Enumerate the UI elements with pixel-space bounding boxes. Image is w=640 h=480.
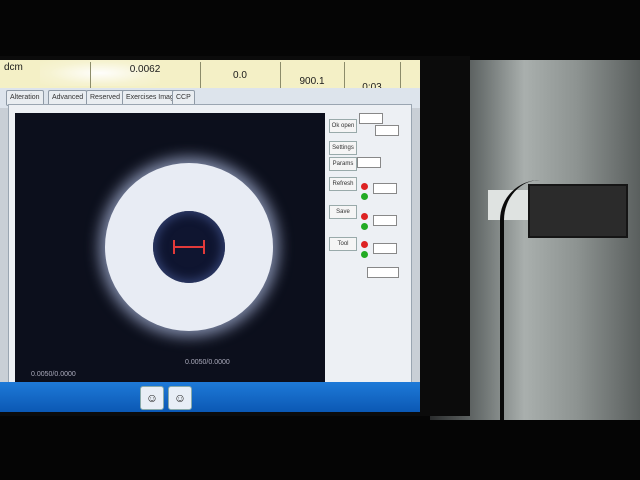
- scale-label-middle: 0.0050/0.0000: [185, 359, 230, 366]
- measurement-crosshair: [173, 240, 205, 254]
- save-button[interactable]: Save: [329, 205, 357, 219]
- cable: [500, 180, 594, 420]
- refresh-button[interactable]: Refresh: [329, 177, 357, 191]
- status-led-green-2: [361, 223, 368, 230]
- param-field-2[interactable]: [375, 125, 399, 136]
- status-led-green-1: [361, 193, 368, 200]
- led-value-field-1[interactable]: [373, 183, 397, 194]
- app-icon-1[interactable]: ☺: [140, 386, 164, 410]
- status-bar: dcm 0.0062 0.0 900.1 0:03: [0, 60, 420, 108]
- ring-bore: [153, 211, 225, 283]
- status-cell-value-1: 0.0062: [90, 62, 201, 90]
- led-value-field-2[interactable]: [373, 215, 397, 226]
- control-panel: Ok open Settings Params Refresh Save Too…: [327, 111, 407, 385]
- status-led-red-3: [361, 241, 368, 248]
- settings-button[interactable]: Settings: [329, 141, 357, 155]
- app-icon-2[interactable]: ☺: [168, 386, 192, 410]
- led-value-field-3[interactable]: [373, 243, 397, 254]
- status-led-green-3: [361, 251, 368, 258]
- status-led-red-2: [361, 213, 368, 220]
- ok-open-button[interactable]: Ok open: [329, 119, 357, 133]
- dropdown-field[interactable]: [367, 267, 399, 278]
- camera-view[interactable]: 0.0050/0.0000 0.0050/0.0000: [15, 113, 325, 383]
- param-field-3[interactable]: [357, 157, 381, 168]
- param-field-1[interactable]: [359, 113, 383, 124]
- ring-part-image: [105, 163, 273, 331]
- taskbar: ☺ ☺: [0, 382, 420, 412]
- status-cell-label: dcm: [0, 62, 91, 88]
- tool-button[interactable]: Tool: [329, 237, 357, 251]
- status-led-red-1: [361, 183, 368, 190]
- params-button[interactable]: Params: [329, 157, 357, 171]
- scale-label-left: 0.0050/0.0000: [31, 371, 76, 378]
- inspection-window: 0.0050/0.0000 0.0050/0.0000 Ok open Sett…: [8, 104, 412, 390]
- monitor-screen: dcm 0.0062 0.0 900.1 0:03 Alteration Adv…: [0, 60, 420, 412]
